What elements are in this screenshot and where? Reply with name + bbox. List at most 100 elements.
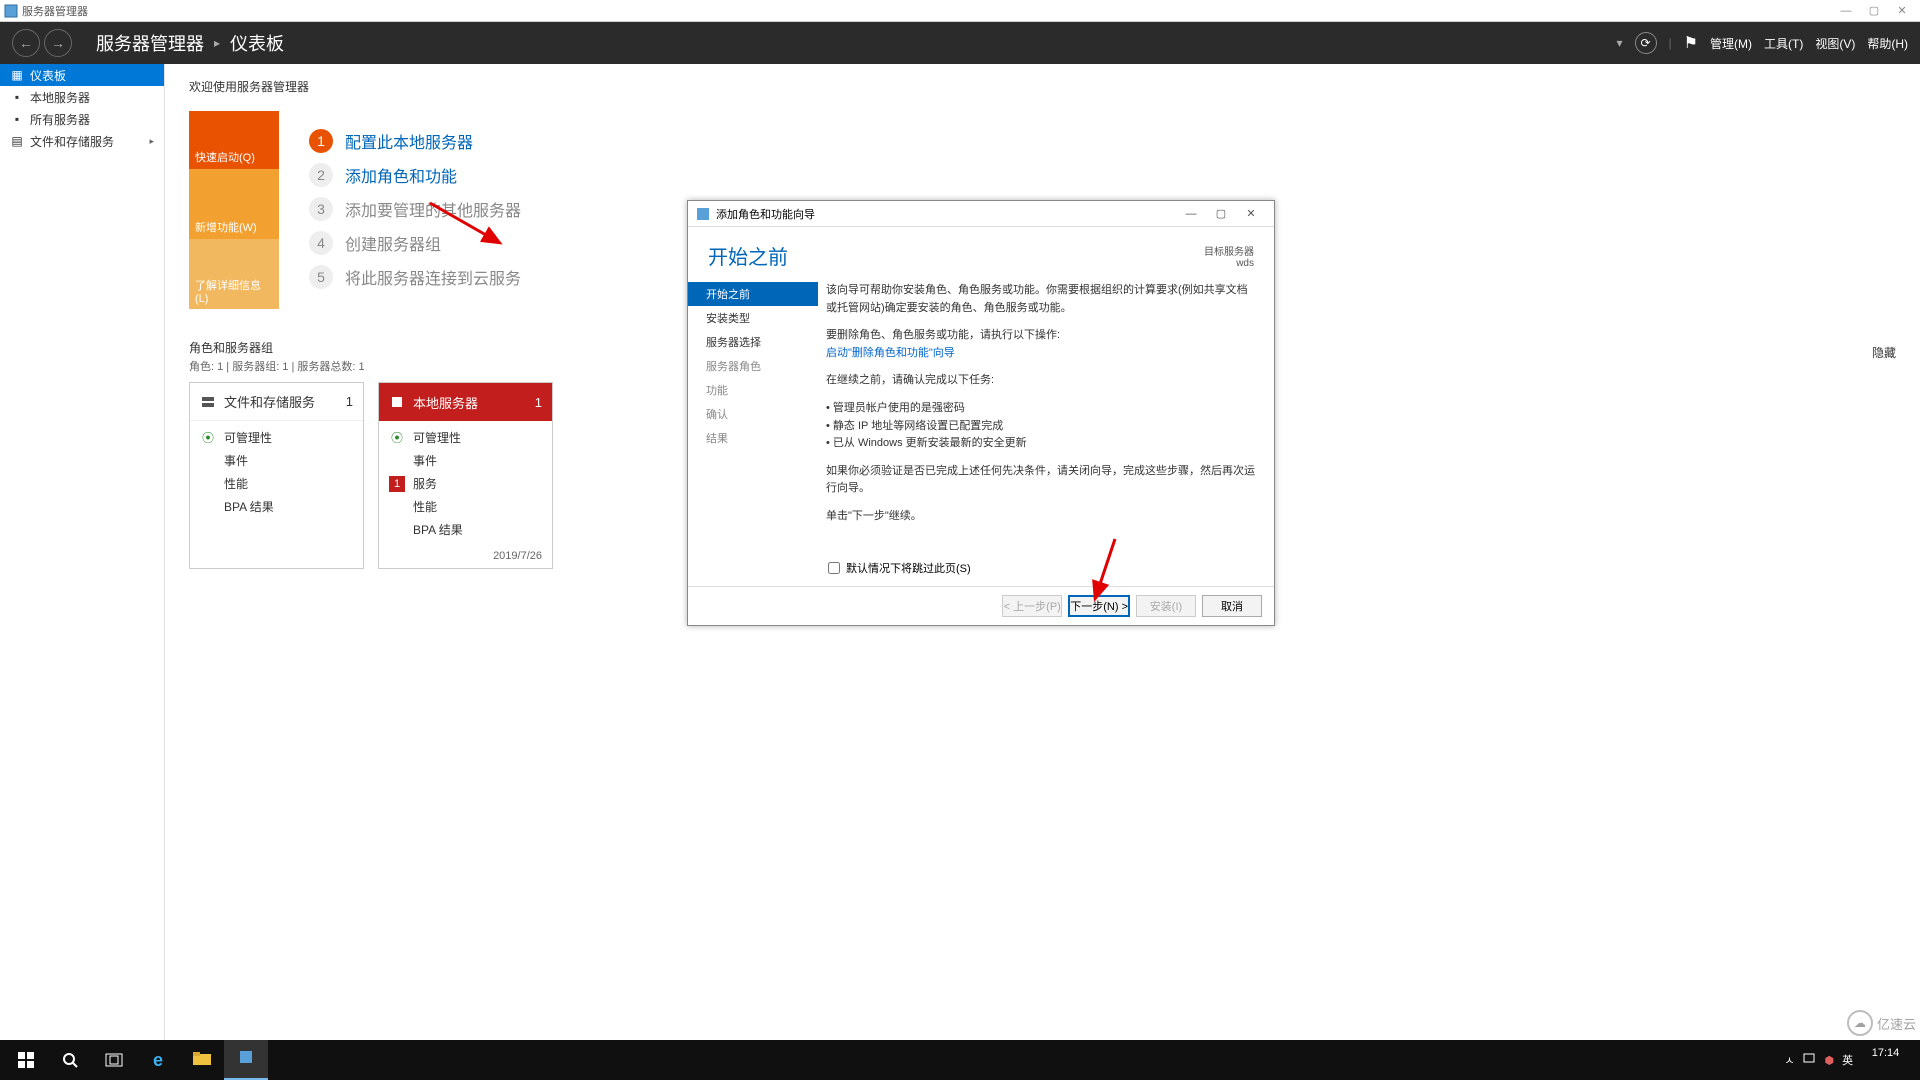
pipe-sep: |	[1669, 36, 1672, 50]
wizard-nav-server-select[interactable]: 服务器选择	[688, 330, 818, 354]
cancel-button[interactable]: 取消	[1202, 595, 1262, 617]
wizard-nav: 开始之前 安装类型 服务器选择 服务器角色 功能 确认 结果	[688, 276, 818, 560]
back-button[interactable]: ←	[12, 29, 40, 57]
dropdown-indicator[interactable]: ▾	[1617, 36, 1623, 50]
step-label: 添加要管理的其他服务器	[345, 197, 521, 221]
remove-roles-link[interactable]: 启动"删除角色和功能"向导	[826, 347, 955, 359]
card-count: 1	[346, 394, 353, 409]
sidebar-item-label: 所有服务器	[30, 111, 90, 128]
role-card-file-storage[interactable]: 文件和存储服务 1 ⦿可管理性 事件 性能 BPA 结果	[189, 382, 364, 569]
role-card-local-server[interactable]: 本地服务器 1 ⦿可管理性 事件 1服务 性能 BPA 结果 2019/7/26	[378, 382, 553, 569]
breadcrumb-sep: ▸	[214, 36, 220, 50]
status-ok-icon: ⦿	[389, 429, 405, 446]
tile-whatsnew[interactable]: 新增功能(W)	[189, 169, 279, 239]
sidebar: ▦ 仪表板 ▪ 本地服务器 ▪ 所有服务器 ▤ 文件和存储服务 ▸	[0, 64, 165, 1040]
wizard-bullet: 已从 Windows 更新安装最新的安全更新	[826, 435, 1256, 453]
wizard-minimize-button[interactable]: —	[1176, 204, 1206, 224]
step-create-group[interactable]: 4 创建服务器组	[309, 231, 521, 255]
task-view-button[interactable]	[92, 1040, 136, 1080]
wizard-close-button[interactable]: ✕	[1236, 204, 1266, 224]
card-count: 1	[535, 395, 542, 410]
skip-page-checkbox[interactable]	[828, 562, 840, 574]
step-connect-cloud[interactable]: 5 将此服务器连接到云服务	[309, 265, 521, 289]
server-icon: ▪	[10, 90, 24, 104]
ie-icon: e	[153, 1050, 163, 1071]
tile-learnmore[interactable]: 了解详细信息(L)	[189, 239, 279, 309]
card-line: 服务	[413, 475, 437, 492]
window-title: 服务器管理器	[22, 3, 88, 19]
system-tray: ㅅ ⬢ 英 17:14 2019/7/26	[1784, 1047, 1916, 1073]
wizard-title: 添加角色和功能向导	[716, 206, 815, 222]
step-number: 5	[309, 265, 333, 289]
hide-link[interactable]: 隐藏	[1872, 344, 1896, 361]
sidebar-item-file-storage[interactable]: ▤ 文件和存储服务 ▸	[0, 130, 164, 152]
card-line: 可管理性	[224, 429, 272, 446]
wizard-bullet: 管理员帐户使用的是强密码	[826, 400, 1256, 418]
minimize-button[interactable]: —	[1832, 2, 1860, 20]
card-line: BPA 结果	[224, 498, 274, 515]
close-button[interactable]: ✕	[1888, 2, 1916, 20]
forward-button[interactable]: →	[44, 29, 72, 57]
sidebar-item-local-server[interactable]: ▪ 本地服务器	[0, 86, 164, 108]
sidebar-item-dashboard[interactable]: ▦ 仪表板	[0, 64, 164, 86]
wizard-nav-features: 功能	[688, 378, 818, 402]
card-title: 本地服务器	[413, 393, 478, 412]
skip-page-label: 默认情况下将跳过此页(S)	[846, 560, 971, 576]
tray-overflow-icon[interactable]: ㅅ	[1784, 1052, 1794, 1068]
breadcrumb-root[interactable]: 服务器管理器	[96, 30, 204, 56]
wizard-nav-install-type[interactable]: 安装类型	[688, 306, 818, 330]
window-titlebar: 服务器管理器 — ▢ ✕	[0, 0, 1920, 22]
wizard-footer: < 上一步(P) 下一步(N) > 安装(I) 取消	[688, 586, 1274, 625]
wizard-maximize-button[interactable]: ▢	[1206, 204, 1236, 224]
server-icon	[389, 394, 405, 410]
menu-tools[interactable]: 工具(T)	[1764, 35, 1803, 52]
search-button[interactable]	[48, 1040, 92, 1080]
main-content: 欢迎使用服务器管理器 快速启动(Q) 新增功能(W) 了解详细信息(L) 1 配…	[165, 64, 1920, 1040]
step-add-servers[interactable]: 3 添加要管理的其他服务器	[309, 197, 521, 221]
maximize-button[interactable]: ▢	[1860, 2, 1888, 20]
refresh-button[interactable]: ⟳	[1635, 32, 1657, 54]
wizard-text: 要删除角色、角色服务或功能，请执行以下操作:	[826, 329, 1060, 341]
wizard-nav-before-begin[interactable]: 开始之前	[688, 282, 818, 306]
card-line: 事件	[224, 452, 248, 469]
quickstart-steps: 1 配置此本地服务器 2 添加角色和功能 3 添加要管理的其他服务器 4 创建服…	[279, 111, 521, 309]
welcome-heading: 欢迎使用服务器管理器	[189, 78, 1896, 95]
card-line: 性能	[413, 498, 437, 515]
menu-view[interactable]: 视图(V)	[1815, 35, 1855, 52]
next-button[interactable]: 下一步(N) >	[1068, 595, 1130, 617]
error-badge: 1	[389, 476, 405, 492]
wizard-text: 在继续之前，请确认完成以下任务:	[826, 372, 1256, 390]
tile-label: 快速启动(Q)	[195, 149, 255, 165]
quickstart-tiles: 快速启动(Q) 新增功能(W) 了解详细信息(L)	[189, 111, 279, 309]
step-label: 配置此本地服务器	[345, 129, 473, 153]
header-navbar: ← → 服务器管理器 ▸ 仪表板 ▾ ⟳ | ⚑ 管理(M) 工具(T) 视图(…	[0, 22, 1920, 64]
step-add-roles[interactable]: 2 添加角色和功能	[309, 163, 521, 187]
wizard-nav-confirm: 确认	[688, 402, 818, 426]
step-label: 添加角色和功能	[345, 163, 457, 187]
wizard-icon	[696, 207, 710, 221]
prev-button: < 上一步(P)	[1002, 595, 1062, 617]
watermark-text: 亿速云	[1877, 1014, 1916, 1033]
tile-label: 新增功能(W)	[195, 219, 257, 235]
breadcrumb: 服务器管理器 ▸ 仪表板	[96, 30, 284, 56]
start-button[interactable]	[4, 1040, 48, 1080]
notifications-flag-icon[interactable]: ⚑	[1684, 33, 1698, 53]
wizard-heading: 开始之前	[708, 241, 788, 270]
wizard-text: 单击"下一步"继续。	[826, 508, 1256, 526]
wizard-content: 该向导可帮助你安装角色、角色服务或功能。你需要根据组织的计算要求(例如共享文档或…	[818, 276, 1274, 560]
tray-sound-icon[interactable]: ⬢	[1824, 1054, 1834, 1067]
tray-ime[interactable]: 英	[1842, 1052, 1853, 1068]
step-label: 创建服务器组	[345, 231, 441, 255]
tray-clock[interactable]: 17:14 2019/7/26	[1861, 1047, 1910, 1073]
tile-quickstart[interactable]: 快速启动(Q)	[189, 111, 279, 169]
taskview-icon	[105, 1053, 123, 1067]
taskbar-explorer[interactable]	[180, 1040, 224, 1080]
server-manager-icon	[238, 1049, 254, 1070]
taskbar-ie[interactable]: e	[136, 1040, 180, 1080]
taskbar-server-manager[interactable]	[224, 1040, 268, 1080]
sidebar-item-all-servers[interactable]: ▪ 所有服务器	[0, 108, 164, 130]
step-configure-server[interactable]: 1 配置此本地服务器	[309, 129, 521, 153]
tray-network-icon[interactable]	[1802, 1052, 1816, 1069]
menu-manage[interactable]: 管理(M)	[1710, 35, 1752, 52]
menu-help[interactable]: 帮助(H)	[1867, 35, 1908, 52]
